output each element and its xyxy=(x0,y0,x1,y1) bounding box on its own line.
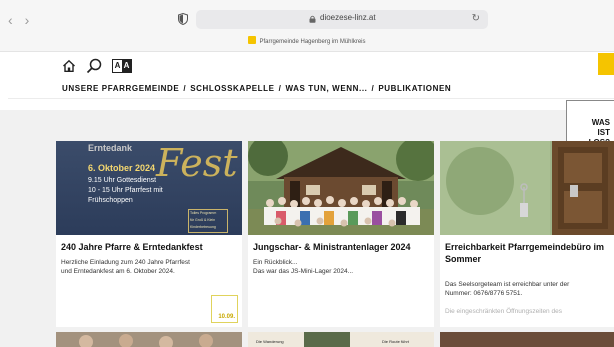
font-size-left: A xyxy=(114,61,121,70)
erntedank-flyer: Erntedank Fest 6. Oktober 2024 9.15 Uhr … xyxy=(56,141,242,235)
peek-photo xyxy=(56,332,242,347)
date-badge-text: 10.09. xyxy=(218,314,235,320)
menu-item-publikationen[interactable]: PUBLIKATIONEN xyxy=(378,84,451,93)
card-text-faded: Die eingeschränkten Öffnungszeiten des xyxy=(445,308,562,315)
accessibility-tab[interactable] xyxy=(598,53,614,75)
font-size-right: A xyxy=(122,60,131,72)
browser-toolbar: ‹ › dioezese-linz.at ↻ Pfarrgemeinde Hag… xyxy=(0,0,614,52)
flyer-note: Tolles Programm für Groß & Klein Kinderb… xyxy=(188,209,228,233)
group-photo xyxy=(248,141,434,235)
forward-button[interactable]: › xyxy=(25,12,30,28)
lock-icon xyxy=(309,15,316,23)
card-text: Das war das JS-Mini-Lager 2024... xyxy=(253,268,354,275)
url-text: dioezese-linz.at xyxy=(320,13,376,22)
header-divider xyxy=(8,98,614,99)
reload-button[interactable]: ↻ xyxy=(472,13,480,24)
utility-icons: A A xyxy=(62,58,132,74)
menu-separator: / xyxy=(183,84,187,93)
card-image-group-photo[interactable] xyxy=(248,141,434,235)
card-text: und Erntedankfest am 6. Oktober 2024. xyxy=(61,268,175,275)
card-title[interactable]: Erreichbarkeit Pfarrgemeindebüro im xyxy=(445,241,604,253)
flyer-line: 9.15 Uhr Gottesdienst xyxy=(88,177,157,184)
flyer-note-line: Tolles Programm xyxy=(190,211,217,215)
news-card[interactable]: Erntedank Fest 6. Oktober 2024 9.15 Uhr … xyxy=(56,141,242,327)
was-ist-los-line: IST xyxy=(597,128,610,137)
home-icon[interactable] xyxy=(62,59,76,73)
card-image-flyer[interactable]: Erntedank Fest 6. Oktober 2024 9.15 Uhr … xyxy=(56,141,242,235)
flyer-line: Frühschoppen xyxy=(88,197,133,204)
menu-separator: / xyxy=(371,84,375,93)
was-ist-los-line: WAS xyxy=(591,118,610,127)
flyer-note-line: Kinderbetreuung xyxy=(190,225,216,229)
card-text: Ein Rückblick... xyxy=(253,259,298,266)
news-card-peek[interactable]: Die Wanderung Die Route führt xyxy=(248,332,434,347)
menu-separator: / xyxy=(278,84,282,93)
card-text: Herzliche Einladung zum 240 Jahre Pfarrf… xyxy=(61,259,190,266)
date-badge: 10.09. xyxy=(211,295,238,323)
flyer-script: Fest xyxy=(156,141,238,185)
peek-text: Die Wanderung xyxy=(256,339,284,344)
flyer-line: 10 - 15 Uhr Pfarrfest mit xyxy=(88,187,163,194)
main-menu: UNSERE PFARRGEMEINDE / SCHLOSSKAPELLE / WAS … xyxy=(62,84,451,93)
peek-text: Die Route führt xyxy=(382,339,409,344)
card-image-door[interactable] xyxy=(440,141,614,235)
card-text: Nummer: 0676/8776 5751. xyxy=(445,290,523,297)
favicon-icon xyxy=(248,36,257,44)
peek-image xyxy=(304,332,350,347)
news-card-peek[interactable] xyxy=(440,332,614,347)
news-card-peek[interactable] xyxy=(56,332,242,347)
nav-arrows: ‹ › xyxy=(8,12,29,28)
menu-item-schlosskapelle[interactable]: SCHLOSSKAPELLE xyxy=(190,84,274,93)
card-text: Das Seelsorgeteam ist erreichbar unter d… xyxy=(445,281,570,288)
card-title[interactable]: 240 Jahre Pfarre & Erntedankfest xyxy=(61,241,203,253)
tab-title: Pfarrgemeinde Hagenberg im Mühlkreis xyxy=(259,39,366,45)
address-bar[interactable]: dioezese-linz.at ↻ xyxy=(196,10,488,29)
news-card[interactable]: Jungschar- & Ministrantenlager 2024 Ein … xyxy=(248,141,434,327)
page: ‹ › dioezese-linz.at ↻ Pfarrgemeinde Hag… xyxy=(0,0,614,347)
flyer-heading: Erntedank xyxy=(88,143,133,153)
card-title[interactable]: Sommer xyxy=(445,253,481,265)
shield-icon[interactable] xyxy=(178,13,188,25)
font-size-icon[interactable]: A A xyxy=(112,59,132,73)
flyer-note-line: für Groß & Klein xyxy=(190,218,216,222)
menu-item-was-tun[interactable]: WAS TUN, WENN... xyxy=(285,84,367,93)
search-icon[interactable] xyxy=(86,58,102,74)
news-card[interactable]: Erreichbarkeit Pfarrgemeindebüro im Somm… xyxy=(440,141,614,327)
menu-item-pfarrgemeinde[interactable]: UNSERE PFARRGEMEINDE xyxy=(62,84,179,93)
card-title[interactable]: Jungschar- & Ministrantenlager 2024 xyxy=(253,241,411,253)
back-button[interactable]: ‹ xyxy=(8,12,13,28)
door-photo xyxy=(440,141,614,235)
browser-tab[interactable]: Pfarrgemeinde Hagenberg im Mühlkreis xyxy=(0,34,614,51)
flyer-date: 6. Oktober 2024 xyxy=(88,163,156,173)
